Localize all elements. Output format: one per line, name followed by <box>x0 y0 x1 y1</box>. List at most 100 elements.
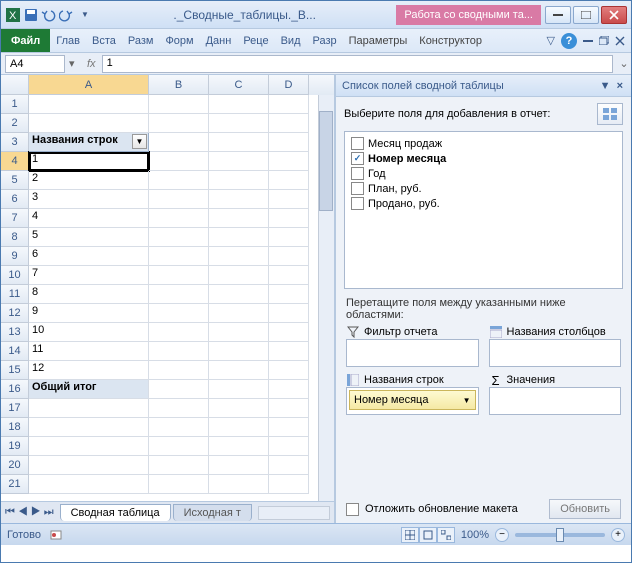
cell[interactable] <box>269 171 309 190</box>
redo-icon[interactable] <box>59 7 75 23</box>
filter-dropdown-button[interactable]: ▼ <box>132 134 147 149</box>
cell[interactable] <box>209 209 269 228</box>
cell[interactable] <box>149 133 209 152</box>
cell[interactable] <box>29 114 149 133</box>
update-button[interactable]: Обновить <box>549 499 621 519</box>
cell[interactable]: 1 <box>29 152 149 171</box>
cell[interactable] <box>269 190 309 209</box>
cell[interactable] <box>149 209 209 228</box>
pane-layout-button[interactable] <box>597 103 623 125</box>
cell[interactable] <box>149 171 209 190</box>
cell[interactable] <box>209 95 269 114</box>
ribbon-tab-layout[interactable]: Разм <box>122 29 160 52</box>
save-icon[interactable] <box>23 7 39 23</box>
cell[interactable] <box>209 266 269 285</box>
file-tab[interactable]: Файл <box>1 29 50 52</box>
cell[interactable] <box>269 95 309 114</box>
field-checkbox[interactable] <box>351 197 364 210</box>
cell[interactable]: 9 <box>29 304 149 323</box>
cell[interactable] <box>149 342 209 361</box>
doc-close-icon[interactable] <box>615 36 625 46</box>
cell[interactable] <box>269 114 309 133</box>
ribbon-tab-developer[interactable]: Разр <box>307 29 343 52</box>
cell[interactable] <box>269 285 309 304</box>
zoom-level[interactable]: 100% <box>461 529 489 541</box>
row-header[interactable]: 15 <box>1 361 29 380</box>
cell[interactable] <box>209 380 269 399</box>
zoom-in-button[interactable]: + <box>611 528 625 542</box>
row-header[interactable]: 18 <box>1 418 29 437</box>
cell[interactable] <box>269 399 309 418</box>
row-header[interactable]: 4 <box>1 152 29 171</box>
row-header[interactable]: 19 <box>1 437 29 456</box>
chevron-down-icon[interactable]: ▼ <box>463 396 471 405</box>
zone-row-item[interactable]: Номер месяца▼ <box>349 390 476 410</box>
field-item[interactable]: Продано, руб. <box>349 196 618 211</box>
fx-label[interactable]: fx <box>81 58 102 70</box>
view-layout-button[interactable] <box>419 527 437 543</box>
doc-minimize-icon[interactable] <box>583 40 593 42</box>
defer-checkbox[interactable] <box>346 503 359 516</box>
formula-expand-icon[interactable]: ⌄ <box>617 57 631 70</box>
cell[interactable] <box>149 228 209 247</box>
cell[interactable]: 4 <box>29 209 149 228</box>
cell[interactable] <box>149 190 209 209</box>
undo-icon[interactable] <box>41 7 57 23</box>
ribbon-tab-review[interactable]: Реце <box>237 29 274 52</box>
cell[interactable] <box>209 171 269 190</box>
cell[interactable] <box>209 323 269 342</box>
zone-vals-box[interactable] <box>489 387 622 415</box>
row-header[interactable]: 1 <box>1 95 29 114</box>
macro-record-icon[interactable] <box>49 528 63 542</box>
view-normal-button[interactable] <box>401 527 419 543</box>
cell[interactable] <box>149 399 209 418</box>
row-header[interactable]: 6 <box>1 190 29 209</box>
row-header[interactable]: 11 <box>1 285 29 304</box>
field-checkbox[interactable] <box>351 137 364 150</box>
name-box[interactable]: A4 <box>5 55 65 73</box>
pane-close-button[interactable]: × <box>615 80 625 92</box>
horizontal-scrollbar[interactable] <box>258 506 330 520</box>
row-header[interactable]: 8 <box>1 228 29 247</box>
zone-rows-box[interactable]: Номер месяца▼ <box>346 387 479 415</box>
close-button[interactable] <box>601 6 627 24</box>
row-header[interactable]: 13 <box>1 323 29 342</box>
row-header[interactable]: 7 <box>1 209 29 228</box>
cell[interactable]: Общий итог <box>29 380 149 399</box>
cell[interactable] <box>209 133 269 152</box>
cell[interactable] <box>269 456 309 475</box>
col-header-D[interactable]: D <box>269 75 309 95</box>
sheet-tab-active[interactable]: Сводная таблица <box>60 504 171 521</box>
cell[interactable] <box>149 114 209 133</box>
cell[interactable] <box>269 361 309 380</box>
zoom-thumb[interactable] <box>556 528 564 542</box>
row-header[interactable]: 20 <box>1 456 29 475</box>
cell[interactable] <box>209 190 269 209</box>
row-header[interactable]: 16 <box>1 380 29 399</box>
row-header[interactable]: 14 <box>1 342 29 361</box>
cell[interactable]: 7 <box>29 266 149 285</box>
row-header[interactable]: 5 <box>1 171 29 190</box>
field-item[interactable]: Месяц продаж <box>349 136 618 151</box>
sheet-tab-other[interactable]: Исходная т <box>173 504 252 521</box>
cell[interactable] <box>269 266 309 285</box>
cell[interactable] <box>149 304 209 323</box>
cell[interactable] <box>149 361 209 380</box>
cell[interactable] <box>269 152 309 171</box>
cell[interactable] <box>209 418 269 437</box>
cell[interactable] <box>209 437 269 456</box>
cell[interactable] <box>209 475 269 494</box>
doc-restore-icon[interactable] <box>599 36 609 45</box>
cell[interactable] <box>149 437 209 456</box>
scroll-thumb[interactable] <box>319 111 333 211</box>
field-list[interactable]: Месяц продаж✓Номер месяцаГодПлан, руб.Пр… <box>344 131 623 289</box>
row-header[interactable]: 12 <box>1 304 29 323</box>
field-checkbox[interactable] <box>351 182 364 195</box>
cell[interactable] <box>149 152 209 171</box>
field-item[interactable]: План, руб. <box>349 181 618 196</box>
zoom-out-button[interactable]: − <box>495 528 509 542</box>
sheet-nav[interactable]: ⏮ ◀ ▶ ⏭ <box>5 506 54 519</box>
grid-body[interactable]: 123Названия строк▼4152637485961071181291… <box>1 95 334 501</box>
vertical-scrollbar[interactable] <box>318 95 334 501</box>
col-header-B[interactable]: B <box>149 75 209 95</box>
